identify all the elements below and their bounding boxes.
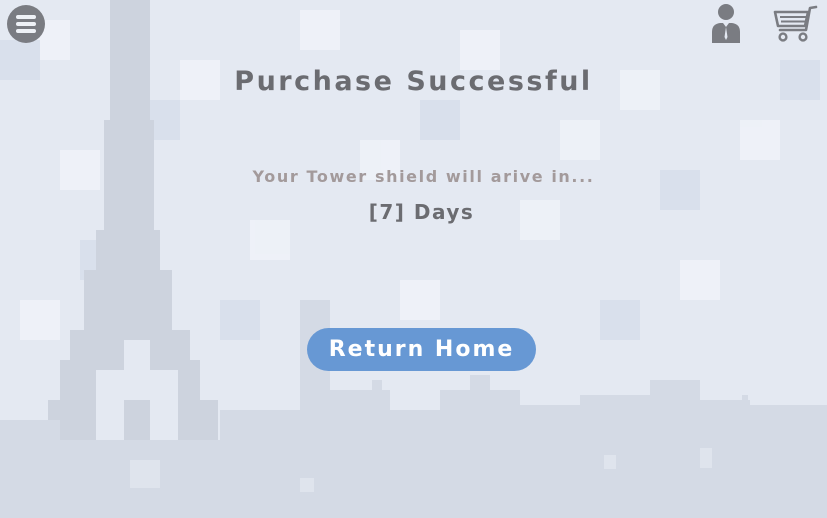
- menu-button[interactable]: [7, 5, 45, 43]
- return-home-button[interactable]: Return Home: [307, 328, 536, 371]
- delivery-days: [7] Days: [368, 200, 475, 224]
- hamburger-menu-icon: [16, 12, 36, 36]
- shopping-cart-icon[interactable]: [772, 4, 818, 44]
- user-account-icon[interactable]: [710, 2, 742, 44]
- delivery-message: Your Tower shield will arive in...: [252, 167, 595, 186]
- purchase-confirmation-screen: Purchase Successful Your Tower shield wi…: [0, 0, 827, 518]
- page-title: Purchase Successful: [234, 66, 593, 97]
